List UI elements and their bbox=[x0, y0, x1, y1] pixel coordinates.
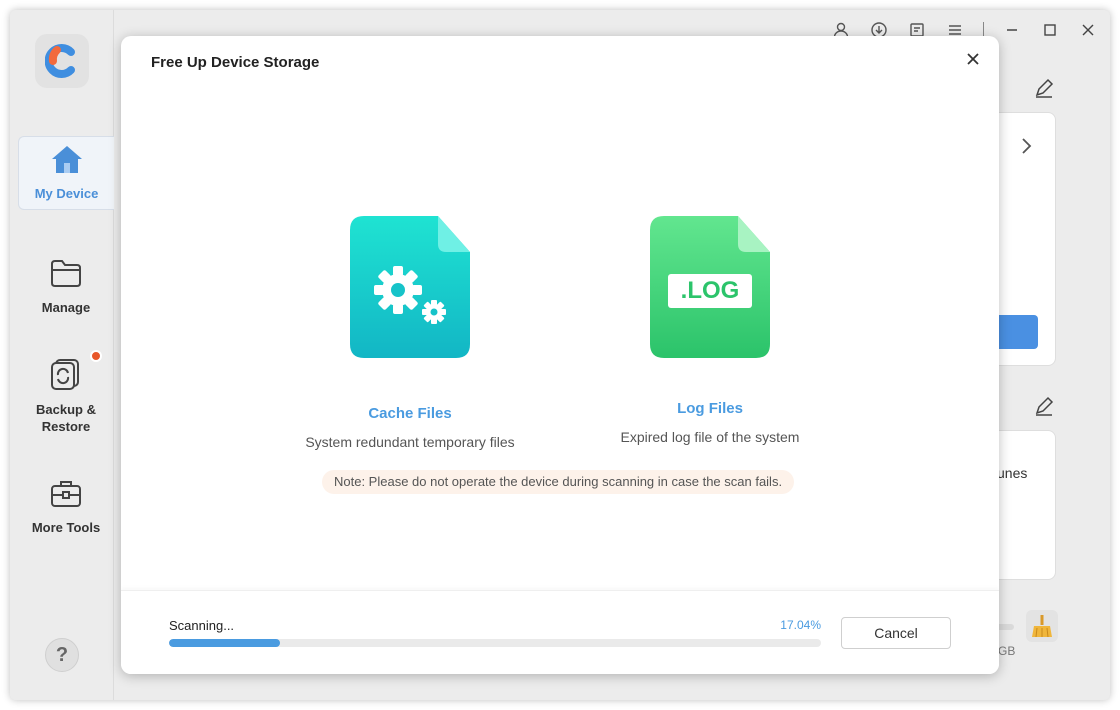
cache-file-icon bbox=[350, 216, 470, 365]
folder-icon bbox=[49, 258, 83, 293]
background-action-button[interactable] bbox=[996, 315, 1038, 349]
cancel-button[interactable]: Cancel bbox=[841, 617, 951, 649]
dialog-title: Free Up Device Storage bbox=[151, 54, 320, 71]
close-window-icon[interactable] bbox=[1078, 20, 1098, 40]
maximize-icon[interactable] bbox=[1040, 20, 1060, 40]
backup-restore-icon bbox=[49, 358, 83, 395]
help-icon: ? bbox=[55, 643, 69, 666]
card-description: Expired log file of the system bbox=[620, 429, 800, 445]
chevron-right-icon[interactable] bbox=[1019, 137, 1033, 160]
scan-progress-bar bbox=[169, 639, 821, 647]
sidebar-item-my-device[interactable]: My Device bbox=[18, 136, 114, 210]
close-icon bbox=[966, 49, 980, 72]
edit-icon[interactable] bbox=[1034, 396, 1054, 421]
sidebar-item-label: Backup & Restore bbox=[36, 402, 96, 434]
scan-warning-note: Note: Please do not operate the device d… bbox=[322, 470, 795, 494]
card-title: Log Files bbox=[677, 400, 743, 417]
notification-badge bbox=[90, 350, 102, 362]
help-button[interactable]: ? bbox=[45, 638, 79, 672]
toolbox-icon bbox=[49, 478, 83, 513]
edit-icon[interactable] bbox=[1034, 78, 1054, 103]
dialog-footer: Scanning... 17.04% Cancel bbox=[121, 590, 999, 674]
storage-text: GB bbox=[998, 644, 1016, 658]
sidebar-item-label: My Device bbox=[34, 186, 99, 201]
cache-files-card: Cache Files System redundant temporary f… bbox=[280, 216, 540, 450]
log-file-icon: .LOG bbox=[650, 216, 770, 360]
card-description: System redundant temporary files bbox=[305, 434, 515, 450]
scan-status-label: Scanning... bbox=[169, 618, 235, 633]
sidebar-item-more-tools[interactable]: More Tools bbox=[18, 478, 114, 536]
minimize-icon[interactable] bbox=[1002, 20, 1022, 40]
scan-percent: 17.04% bbox=[780, 618, 821, 632]
scan-progress-fill bbox=[169, 639, 281, 647]
sidebar: My Device Manage Backup & Restore More T… bbox=[10, 10, 114, 700]
broom-icon[interactable] bbox=[1026, 610, 1058, 642]
close-dialog-button[interactable] bbox=[961, 48, 985, 72]
app-logo bbox=[35, 34, 89, 88]
log-icon-text: .LOG bbox=[680, 277, 740, 304]
background-card-text: unes bbox=[997, 465, 1028, 481]
log-files-card: .LOG Log Files Expired log file of the s… bbox=[580, 216, 840, 445]
sidebar-item-label: Manage bbox=[41, 300, 91, 315]
sidebar-item-backup-restore[interactable]: Backup & Restore bbox=[18, 350, 114, 435]
free-up-storage-dialog: Free Up Device Storage Cache Files Syste… bbox=[121, 36, 999, 674]
card-title: Cache Files bbox=[368, 405, 452, 422]
home-icon bbox=[50, 144, 84, 179]
sidebar-item-manage[interactable]: Manage bbox=[18, 258, 114, 316]
sidebar-item-label: More Tools bbox=[31, 520, 101, 535]
